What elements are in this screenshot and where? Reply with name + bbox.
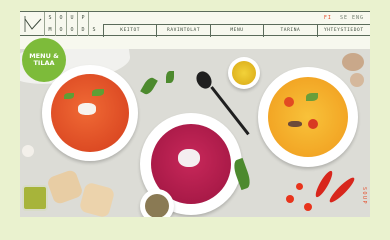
nav-item-keitot[interactable]: KEITOT bbox=[103, 25, 156, 37]
side-word: SOUP bbox=[361, 187, 367, 206]
chili bbox=[327, 175, 357, 205]
logo-letter bbox=[88, 12, 99, 24]
oil-bowl bbox=[228, 57, 260, 89]
mushroom bbox=[342, 53, 364, 71]
main-nav: KEITOT RAVINTOLAT MENU TARINA YHTEYSTIED… bbox=[103, 24, 370, 37]
hero-image bbox=[20, 49, 370, 217]
curry-soup-bowl bbox=[258, 67, 358, 167]
logo-letter: O bbox=[55, 24, 66, 36]
herb bbox=[166, 71, 174, 83]
page-frame: S O U P M O O D S FI SE ENG KEITOT RAVIN… bbox=[20, 11, 370, 217]
tomato-soup-bowl bbox=[42, 65, 138, 161]
tomato bbox=[296, 183, 303, 190]
logo-letter: S bbox=[88, 24, 99, 36]
header: S O U P M O O D S FI SE ENG KEITOT RAVIN… bbox=[20, 11, 370, 37]
menu-order-badge[interactable]: MENU & TILAA bbox=[22, 38, 66, 82]
bread bbox=[78, 181, 116, 217]
garlic bbox=[22, 145, 34, 157]
language-others[interactable]: SE ENG bbox=[340, 15, 364, 21]
mushroom bbox=[350, 73, 364, 87]
nav-item-tarina[interactable]: TARINA bbox=[263, 25, 316, 37]
logo-letter: D bbox=[77, 24, 88, 36]
logo-mark-icon bbox=[24, 16, 42, 32]
language-fi[interactable]: FI bbox=[324, 15, 332, 21]
bread bbox=[46, 168, 84, 206]
tomato bbox=[286, 195, 294, 203]
language-switcher: FI SE ENG bbox=[324, 15, 364, 21]
seeds-bowl bbox=[140, 189, 174, 217]
logo-letter: S bbox=[44, 12, 55, 24]
oil-glass bbox=[22, 185, 48, 211]
logo-letter: M bbox=[44, 24, 55, 36]
badge-line-2: TILAA bbox=[33, 59, 55, 67]
nav-item-yhteystiedot[interactable]: YHTEYSTIEDOT bbox=[316, 25, 370, 37]
logo-letter: O bbox=[55, 12, 66, 24]
logo-letter: P bbox=[77, 12, 88, 24]
nav-item-ravintolat[interactable]: RAVINTOLAT bbox=[156, 25, 209, 37]
logo-letter: O bbox=[66, 24, 77, 36]
logo-letter: U bbox=[66, 12, 77, 24]
herb bbox=[140, 75, 158, 97]
logo[interactable]: S O U P M O O D S bbox=[20, 12, 103, 36]
nav-item-menu[interactable]: MENU bbox=[209, 25, 263, 37]
tomato bbox=[304, 203, 312, 211]
